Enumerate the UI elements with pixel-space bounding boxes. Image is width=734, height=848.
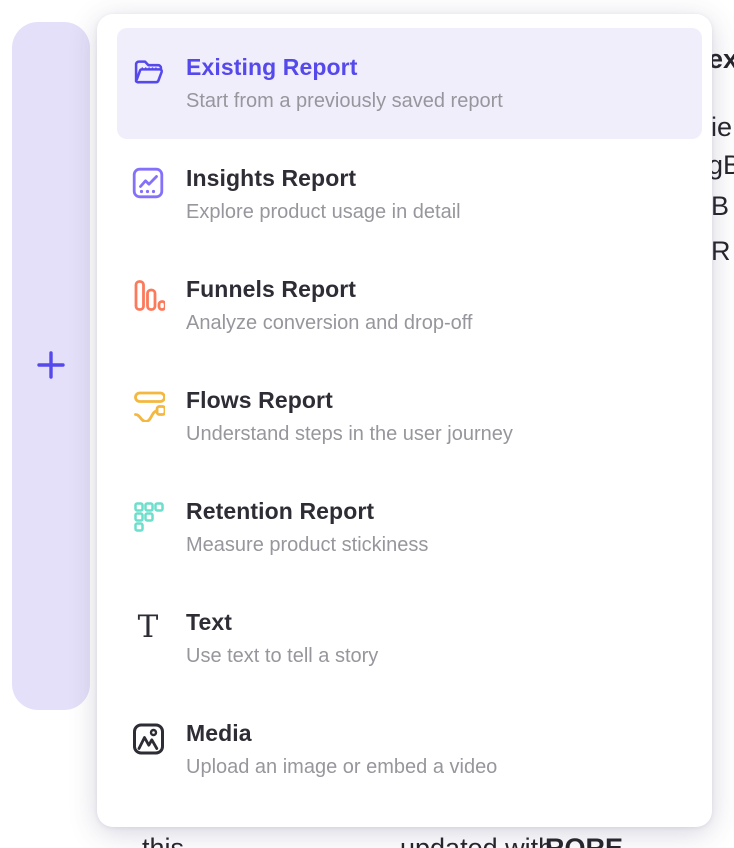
menu-item-subtitle: Explore product usage in detail — [186, 199, 461, 225]
background-text-fragment: RORE — [545, 833, 623, 848]
background-text-fragment: B — [711, 191, 729, 222]
menu-item-subtitle: Start from a previously saved report — [186, 88, 503, 114]
folder-open-icon — [131, 55, 165, 89]
menu-item-subtitle: Use text to tell a story — [186, 643, 378, 669]
background-text-fragment: this — [142, 833, 184, 848]
menu-item-title: Text — [186, 608, 378, 636]
menu-item-existing-report[interactable]: Existing Report Start from a previously … — [117, 28, 702, 139]
menu-item-subtitle: Understand steps in the user journey — [186, 421, 513, 447]
text-icon: T — [131, 610, 165, 644]
menu-item-title: Retention Report — [186, 497, 428, 525]
media-image-icon — [131, 721, 165, 755]
menu-item-title: Insights Report — [186, 164, 461, 192]
add-item-menu: Existing Report Start from a previously … — [97, 14, 712, 827]
menu-item-subtitle: Upload an image or embed a video — [186, 754, 497, 780]
add-widget-rail — [12, 22, 90, 710]
menu-item-retention-report[interactable]: Retention Report Measure product stickin… — [117, 472, 702, 583]
add-button[interactable] — [34, 349, 68, 383]
menu-item-insights-report[interactable]: Insights Report Explore product usage in… — [117, 139, 702, 250]
screen: ex ie gB B R this updated with RORE — [0, 0, 734, 848]
flows-wave-icon — [131, 388, 165, 422]
funnel-bars-icon — [131, 277, 165, 311]
background-text-fragment: updated with — [400, 833, 553, 848]
menu-item-flows-report[interactable]: Flows Report Understand steps in the use… — [117, 361, 702, 472]
menu-item-text[interactable]: T Text Use text to tell a story — [117, 583, 702, 694]
menu-item-title: Funnels Report — [186, 275, 472, 303]
menu-item-title: Existing Report — [186, 53, 503, 81]
menu-item-funnels-report[interactable]: Funnels Report Analyze conversion and dr… — [117, 250, 702, 361]
menu-item-title: Media — [186, 719, 497, 747]
menu-item-media[interactable]: Media Upload an image or embed a video — [117, 694, 702, 805]
menu-item-subtitle: Analyze conversion and drop-off — [186, 310, 472, 336]
background-text-fragment: R — [711, 236, 731, 267]
menu-item-title: Flows Report — [186, 386, 513, 414]
menu-item-subtitle: Measure product stickiness — [186, 532, 428, 558]
background-text-fragment: ie — [711, 112, 732, 143]
plus-icon — [36, 350, 66, 383]
retention-grid-icon — [131, 499, 165, 533]
insights-chart-icon — [131, 166, 165, 200]
